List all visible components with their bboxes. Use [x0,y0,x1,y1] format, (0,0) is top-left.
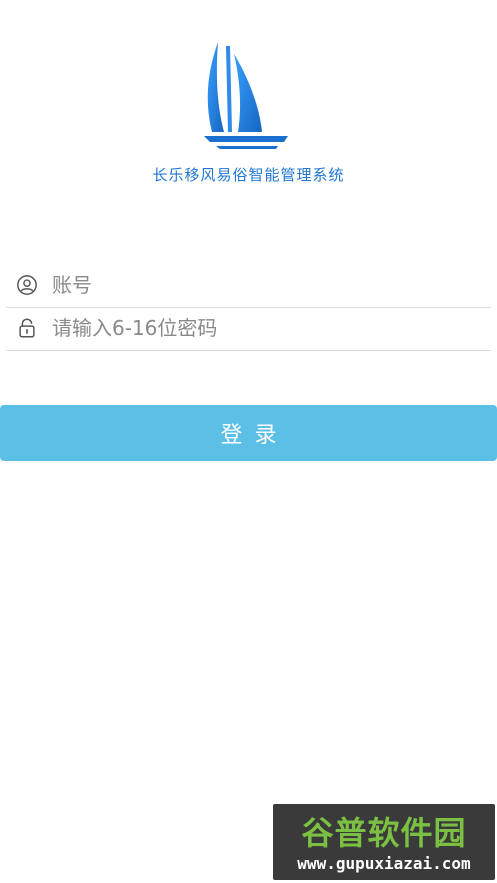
password-field-row [6,307,491,351]
password-input[interactable] [52,311,482,345]
account-input[interactable] [52,268,482,302]
watermark-top-text: 谷普软件园 [301,814,467,852]
user-icon [17,275,37,295]
logo-area: 长乐移风易俗智能管理系统 [0,40,497,190]
lock-icon [19,318,35,338]
watermark-bottom-text: www.gupuxiazai.com [297,854,471,873]
account-field-row [6,264,491,308]
app-title: 长乐移风易俗智能管理系统 [152,166,345,184]
sailboat-logo-icon [204,42,288,149]
watermark: 谷普软件园 www.gupuxiazai.com [273,804,495,880]
login-screen: 长乐移风易俗智能管理系统 登录 谷普软件园 www.gupuxiazai.com [0,0,497,883]
login-button[interactable]: 登录 [0,405,497,461]
